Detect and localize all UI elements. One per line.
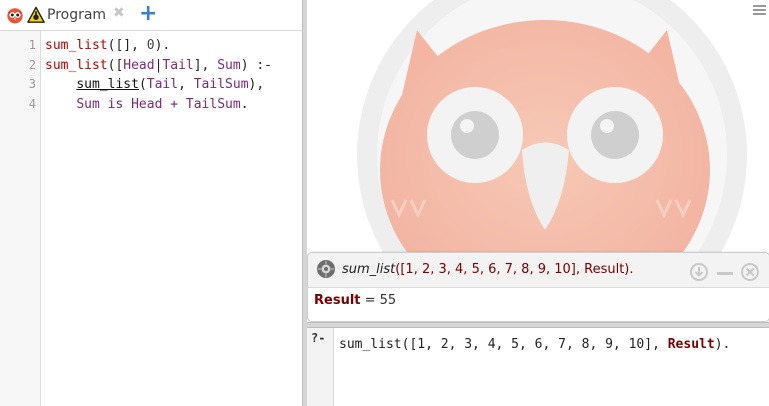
query-variable: Result [584,262,625,277]
code-token: ([], [107,38,147,53]
code-token: ), [248,77,265,92]
query-args: ([1, 2, 3, 4, 5, 6, 7, 8, 9, 10], [395,262,585,277]
answer-row: Result = 55 [314,293,396,308]
code-token: Tail [162,57,194,73]
code-token: ). [154,38,171,53]
code-token: TailSum [185,96,241,112]
tab-program[interactable]: Program [6,4,106,26]
code-token: , [178,77,194,92]
add-tab-button[interactable]: + [139,1,157,26]
tab-bar: Program ✖ + [0,0,302,31]
query-runner: sum_list([1, 2, 3, 4, 5, 6, 7, 8, 9, 10]… [307,252,769,322]
line-number: 4 [28,96,36,111]
output-pane: sum_list([1, 2, 3, 4, 5, 6, 7, 8, 9, 10]… [307,0,769,406]
code-token: Head [131,96,163,112]
menu-icon[interactable] [753,3,766,17]
download-icon[interactable] [689,262,709,282]
query-input[interactable]: sum_list([1, 2, 3, 4, 5, 6, 7, 8, 9, 10]… [339,337,730,352]
code-token: ( [138,77,147,92]
query-editor[interactable]: ?- sum_list([1, 2, 3, 4, 5, 6, 7, 8, 9, … [307,328,769,406]
query-predicate: sum_list [342,262,396,277]
answer-variable: Result [314,293,361,308]
answer-value: = 55 [360,293,397,308]
line-number: 1 [28,38,36,52]
code-token: sum_list [45,38,108,53]
results-area: sum_list([1, 2, 3, 4, 5, 6, 7, 8, 9, 10]… [307,0,769,322]
swish-owl-icon [7,8,23,24]
code-token: sum_list [76,77,139,92]
code-token: Head [123,57,155,73]
runner-query: sum_list([1, 2, 3, 4, 5, 6, 7, 8, 9, 10]… [342,262,634,277]
query-input-variable: Result [667,337,715,352]
query-end: ). [624,262,634,277]
tab-label: Program [47,7,107,23]
code-token: ], [193,57,218,73]
line-number: 3 [28,77,36,91]
code-line: sum_list(Tail, TailSum), [45,75,272,95]
close-icon[interactable] [740,262,760,282]
code-editor[interactable]: sum_list([], 0). sum_list([Head|Tail], Su… [45,36,272,114]
query-input-text: sum_list([1, 2, 3, 4, 5, 6, 7, 8, 9, 10]… [339,337,668,352]
line-number-gutter: 1 2 3 4 [0,31,41,406]
gear-icon[interactable] [316,259,336,279]
minimize-icon[interactable] [715,262,735,282]
warning-icon [27,6,45,23]
code-token: ) :- [240,57,273,73]
code-token: . [240,96,249,112]
query-input-end: ). [714,337,731,352]
code-token: sum_list [45,57,108,73]
prompt-gutter: ?- [307,328,334,406]
code-token: is [99,96,132,112]
code-token: ([ [107,57,124,73]
line-number: 2 [28,57,36,72]
tab-close-icon[interactable]: ✖ [113,5,125,21]
program-pane: Program ✖ + 1 2 3 4 sum_list([], 0). sum_… [0,0,302,406]
code-line: sum_list([], 0). [45,36,272,56]
code-line: sum_list([Head|Tail], Sum) :- [45,56,272,76]
code-token: + [162,96,186,112]
code-token: TailSum [193,77,249,92]
code-token: Sum [217,57,241,73]
query-prompt: ?- [311,331,326,345]
code-line: Sum is Head + TailSum. [45,95,272,115]
code-token: Tail [146,77,179,92]
runner-header: sum_list([1, 2, 3, 4, 5, 6, 7, 8, 9, 10]… [308,253,769,288]
code-token: Sum [76,96,100,112]
code-token: 0 [146,38,155,53]
